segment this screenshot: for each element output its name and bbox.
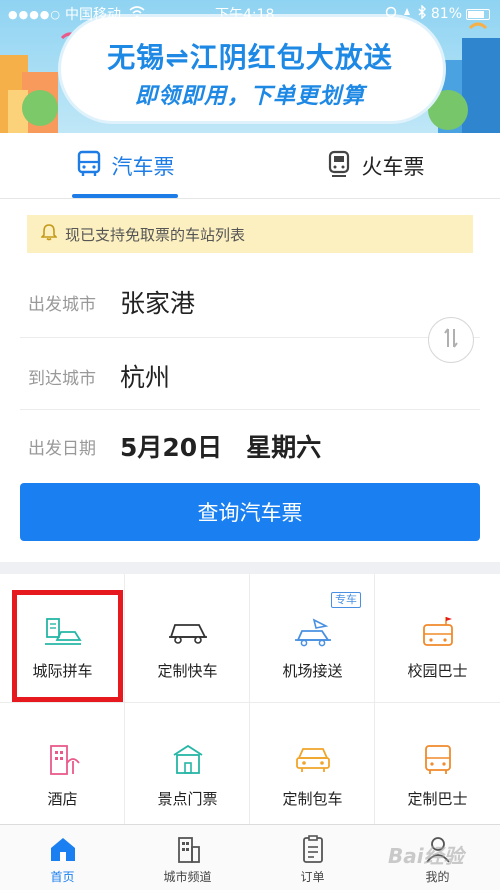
nav-city-channel[interactable]: 城市频道 <box>125 825 250 890</box>
alarm-icon <box>401 6 413 22</box>
nav-label: 首页 <box>50 870 75 884</box>
arrival-label: 到达城市 <box>28 368 96 389</box>
nav-label: 我的 <box>425 870 450 884</box>
departure-city[interactable]: 张家港 <box>120 284 195 320</box>
premium-car-tag: 专车 <box>331 592 361 608</box>
service-charter-car[interactable]: 定制包车 <box>250 702 375 827</box>
divider <box>20 409 480 410</box>
promo-banner[interactable]: ●●●●○ 中国移动 下午4:18 81% 无锡⇌江阴红包大放送 即领即用，下单… <box>0 0 500 133</box>
clock: 下午4:18 <box>215 7 275 23</box>
status-bar: ●●●●○ 中国移动 下午4:18 81% <box>0 0 500 28</box>
service-label: 景点门票 <box>157 790 218 808</box>
wifi-icon <box>129 6 145 22</box>
service-campus-bus[interactable]: 校园巴士 <box>375 574 500 699</box>
service-label: 定制巴士 <box>407 790 468 808</box>
tab-train-ticket[interactable]: 火车票 <box>250 133 500 199</box>
baidu-jingyan-watermark: Bai经验 <box>388 844 464 868</box>
app-screen: ●●●●○ 中国移动 下午4:18 81% 无锡⇌江阴红包大放送 即领即用，下单… <box>0 0 500 890</box>
order-icon <box>300 833 326 865</box>
arrival-city[interactable]: 杭州 <box>120 358 170 394</box>
custom-express-car-icon <box>167 614 209 650</box>
nav-label: 订单 <box>300 870 325 884</box>
departure-city-row[interactable]: 出发城市 张家港 <box>20 267 420 337</box>
service-label: 定制快车 <box>157 662 218 680</box>
location-icon <box>385 6 397 22</box>
tab-bus-ticket[interactable]: 汽车票 <box>0 133 250 199</box>
services-grid: 城际拼车 定制快车 机场接送 专车 校园巴士 酒店 景点门票 定制包车 定制巴士 <box>0 574 500 824</box>
banner-title: 无锡⇌江阴红包大放送 <box>107 41 393 74</box>
train-icon <box>326 150 352 183</box>
attraction-ticket-icon <box>168 742 208 778</box>
departure-date[interactable]: 5月20日 <box>120 428 222 464</box>
campus-bus-icon <box>418 614 458 650</box>
ticket-type-tabs: 汽车票 火车票 <box>0 133 500 199</box>
departure-weekday: 星期六 <box>246 433 322 462</box>
nav-home[interactable]: 首页 <box>0 825 125 890</box>
signal-strength: ●●●●○ <box>8 7 61 21</box>
home-icon <box>48 833 78 865</box>
service-label: 机场接送 <box>282 662 343 680</box>
bluetooth-icon <box>417 4 427 23</box>
search-form: 现已支持免取票的车站列表 出发城市 张家港 到达城市 杭州 出发日期 5月20日… <box>0 199 500 562</box>
service-label: 校园巴士 <box>407 662 468 680</box>
banner-subtitle: 即领即用，下单更划算 <box>134 84 365 109</box>
custom-bus-icon <box>420 742 456 778</box>
nav-label: 城市频道 <box>163 870 212 884</box>
service-custom-express[interactable]: 定制快车 <box>125 574 250 699</box>
divider <box>20 337 480 338</box>
city-channel-icon <box>173 833 203 865</box>
battery-fill <box>468 10 484 18</box>
departure-date-row[interactable]: 出发日期 5月20日 星期六 <box>20 411 420 481</box>
service-custom-bus[interactable]: 定制巴士 <box>375 702 500 827</box>
active-tab-indicator <box>72 194 178 198</box>
bell-icon <box>40 223 58 245</box>
tab-train-label: 火车票 <box>361 155 425 179</box>
charter-car-icon <box>293 742 333 778</box>
arrival-city-row[interactable]: 到达城市 杭州 <box>20 341 420 411</box>
hotel-icon <box>43 742 83 778</box>
service-attraction-tickets[interactable]: 景点门票 <box>125 702 250 827</box>
service-label: 定制包车 <box>282 790 343 808</box>
status-right: 81% <box>385 4 490 23</box>
swap-cities-button[interactable] <box>428 317 474 363</box>
airport-transfer-icon <box>292 614 334 650</box>
service-hotel[interactable]: 酒店 <box>0 702 125 827</box>
station-notice[interactable]: 现已支持免取票的车站列表 <box>27 215 473 253</box>
date-label: 出发日期 <box>28 438 96 459</box>
notice-text: 现已支持免取票的车站列表 <box>65 225 246 244</box>
bus-icon <box>76 150 102 183</box>
tab-bus-label: 汽车票 <box>111 155 175 179</box>
service-label: 酒店 <box>47 790 78 808</box>
nav-orders[interactable]: 订单 <box>250 825 375 890</box>
highlight-box <box>12 590 123 702</box>
carrier-name: 中国移动 <box>65 7 121 23</box>
departure-label: 出发城市 <box>28 294 96 315</box>
battery-icon <box>466 8 490 20</box>
battery-percentage: 81% <box>430 6 462 22</box>
search-bus-ticket-button[interactable]: 查询汽车票 <box>20 483 480 541</box>
swap-icon <box>441 326 461 354</box>
